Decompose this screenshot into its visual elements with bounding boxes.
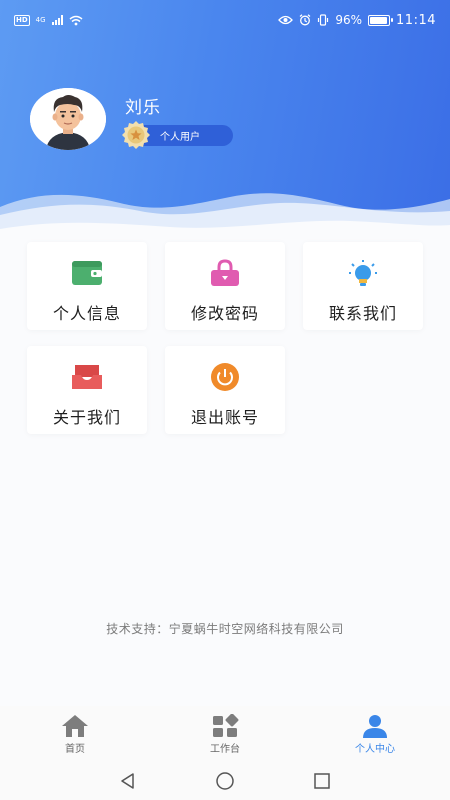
menu-label: 退出账号 <box>190 408 259 427</box>
system-nav-bar <box>0 762 450 800</box>
menu-change-password[interactable]: 修改密码 <box>165 242 285 330</box>
battery-level <box>370 16 388 24</box>
lock-icon <box>208 258 242 288</box>
inbox-icon <box>70 362 104 392</box>
power-icon <box>208 362 242 392</box>
vibrate-icon <box>318 14 329 26</box>
status-time: 11:14 <box>396 12 436 28</box>
hd-badge: HD <box>14 14 30 26</box>
tab-label: 首页 <box>65 744 85 755</box>
recents-nav-button[interactable] <box>309 768 335 794</box>
battery-icon <box>368 14 394 26</box>
menu-about-us[interactable]: 关于我们 <box>27 346 147 434</box>
eye-icon <box>278 15 294 25</box>
user-icon <box>363 715 387 738</box>
menu-label: 修改密码 <box>190 304 259 323</box>
menu-grid: 个人信息 修改密码 联系我们 关于我们 退出账号 <box>27 242 423 434</box>
network-type: 4G <box>35 16 46 24</box>
alarm-icon <box>299 14 311 26</box>
menu-label: 个人信息 <box>52 304 121 323</box>
tab-home[interactable]: 首页 <box>0 706 150 762</box>
wave-decoration <box>0 193 450 240</box>
tab-personal-center[interactable]: 个人中心 <box>300 706 450 762</box>
tab-label: 个人中心 <box>355 744 395 755</box>
user-type-label: 个人用户 <box>160 132 200 143</box>
tab-label: 工作台 <box>210 744 240 755</box>
home-icon <box>62 715 88 737</box>
medal-icon <box>122 121 150 149</box>
bulb-icon <box>346 258 380 288</box>
home-circle-icon <box>216 772 234 790</box>
signal-icon <box>51 15 63 25</box>
back-triangle-icon <box>121 773 135 789</box>
battery-percent: 96% <box>335 13 363 27</box>
tech-support-text: 技术支持：宁夏蜗牛时空网络科技有限公司 <box>106 622 344 636</box>
wifi-icon <box>69 15 83 25</box>
recents-square-icon <box>313 773 330 789</box>
avatar[interactable] <box>30 88 106 150</box>
tab-bar: 首页 工作台 个人中心 <box>0 706 450 762</box>
back-nav-button[interactable] <box>115 768 141 794</box>
user-name: 刘乐 <box>125 98 161 118</box>
home-nav-button[interactable] <box>212 768 238 794</box>
menu-label: 联系我们 <box>328 304 397 323</box>
status-bar: HD 4G 96% 11:14 <box>0 0 450 40</box>
workbench-icon <box>213 714 239 737</box>
tab-workbench[interactable]: 工作台 <box>150 706 300 762</box>
wallet-icon <box>70 258 104 288</box>
menu-label: 关于我们 <box>52 408 121 427</box>
menu-logout[interactable]: 退出账号 <box>165 346 285 434</box>
menu-personal-info[interactable]: 个人信息 <box>27 242 147 330</box>
menu-contact-us[interactable]: 联系我们 <box>303 242 423 330</box>
avatar-illustration <box>30 88 106 150</box>
